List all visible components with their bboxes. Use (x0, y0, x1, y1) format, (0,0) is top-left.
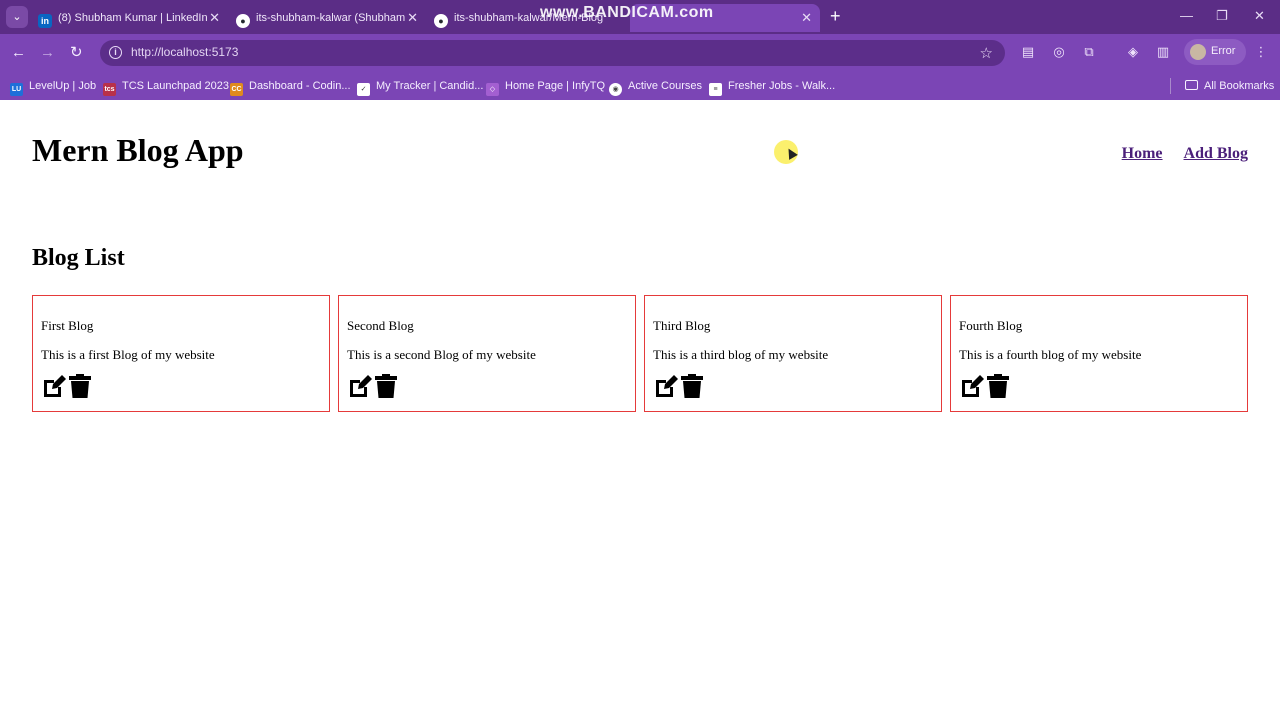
avatar (1190, 44, 1206, 60)
levelup-icon: LU (10, 83, 23, 96)
blog-title: Fourth Blog (959, 318, 1023, 333)
bookmark-label: Fresher Jobs - Walk... (728, 80, 836, 92)
tab-strip: ⌄ in (8) Shubham Kumar | LinkedIn ✕ ● its-… (0, 0, 1280, 34)
trash-icon[interactable] (681, 374, 703, 398)
bookmark-levelup[interactable]: LU LevelUp | Job (10, 78, 96, 96)
restore-icon[interactable]: ❐ (1216, 8, 1228, 24)
minimize-icon[interactable]: — (1180, 8, 1193, 23)
edit-icon[interactable] (347, 374, 373, 398)
blog-description: This is a fourth blog of my website (959, 347, 1142, 362)
address-bar[interactable]: i http://localhost:5173 ☆ (100, 40, 1005, 66)
profile-status: Error (1211, 45, 1236, 57)
linkedin-icon: in (38, 14, 52, 28)
bookmark-dashboard[interactable]: CC Dashboard - Codin... (230, 78, 351, 96)
puzzle-extensions-icon[interactable]: ⧉ (1082, 45, 1096, 59)
blog-card: Third Blog This is a third blog of my we… (644, 295, 942, 412)
bookmark-active-courses[interactable]: ◉ Active Courses (609, 78, 702, 96)
tab-title: its-shubham-kalwar (Shubham (256, 12, 406, 24)
performance-icon[interactable]: ◈ (1126, 45, 1140, 59)
menu-kebab-icon[interactable]: ⋮ (1254, 45, 1268, 59)
folder-icon (1185, 80, 1198, 90)
bookmark-label: Dashboard - Codin... (249, 80, 351, 92)
edit-icon[interactable] (959, 374, 985, 398)
bookmarks-divider (1170, 78, 1171, 94)
github-icon: ● (434, 14, 448, 28)
recording-watermark: www.BANDICAM.com (540, 4, 714, 21)
extension-icon[interactable]: ▤ (1021, 45, 1035, 59)
bookmark-label: TCS Launchpad 2023 (122, 80, 230, 92)
tab-title: (8) Shubham Kumar | LinkedIn (58, 12, 208, 24)
blog-card: Fourth Blog This is a fourth blog of my … (950, 295, 1248, 412)
bookmark-infytq[interactable]: ◇ Home Page | InfyTQ (486, 78, 605, 96)
url-text[interactable]: http://localhost:5173 (131, 45, 238, 59)
edit-icon[interactable] (653, 374, 679, 398)
blog-title: Third Blog (653, 318, 711, 333)
close-tab-icon[interactable]: ✕ (209, 4, 220, 32)
close-tab-icon[interactable]: ✕ (801, 4, 812, 32)
tab-github-profile[interactable]: ● its-shubham-kalwar (Shubham ✕ (236, 4, 418, 32)
new-tab-button[interactable]: + (830, 6, 841, 26)
blog-description: This is a third blog of my website (653, 347, 829, 362)
bookmarks-bar: LU LevelUp | Job tcs TCS Launchpad 2023 CC… (0, 72, 1280, 100)
blog-card: First Blog This is a first Blog of my we… (32, 295, 330, 412)
bookmark-label: LevelUp | Job (29, 80, 97, 92)
tcs-icon: tcs (103, 83, 116, 96)
reload-icon[interactable]: ↻ (70, 44, 83, 62)
trash-icon[interactable] (69, 374, 91, 398)
tab-linkedin[interactable]: in (8) Shubham Kumar | LinkedIn ✕ (38, 4, 220, 32)
trash-icon[interactable] (987, 374, 1009, 398)
camera-extension-icon[interactable]: ◎ (1052, 45, 1066, 59)
blog-list: First Blog This is a first Blog of my we… (32, 295, 1249, 412)
close-tab-icon[interactable]: ✕ (407, 4, 418, 32)
page-content: Mern Blog App Home Add Blog Blog List Fi… (0, 100, 1280, 720)
all-bookmarks[interactable]: All Bookmarks (1185, 78, 1274, 94)
courses-icon: ◉ (609, 83, 622, 96)
profile-button[interactable]: Error (1184, 39, 1246, 65)
back-icon[interactable]: ← (11, 44, 26, 62)
blog-title: Second Blog (347, 318, 414, 333)
bookmark-fresher-jobs[interactable]: ≡ Fresher Jobs - Walk... (709, 78, 835, 96)
all-bookmarks-label: All Bookmarks (1204, 80, 1275, 92)
trash-icon[interactable] (375, 374, 397, 398)
tracker-icon: ✓ (357, 83, 370, 96)
site-info-icon[interactable]: i (109, 46, 122, 59)
blog-list-heading: Blog List (32, 245, 125, 271)
bookmark-label: Active Courses (628, 80, 702, 92)
app-title: Mern Blog App (32, 132, 244, 168)
tab-search-icon[interactable]: ⌄ (6, 6, 28, 28)
blog-description: This is a first Blog of my website (41, 347, 215, 362)
infytq-icon: ◇ (486, 83, 499, 96)
bookmark-label: Home Page | InfyTQ (505, 80, 606, 92)
edit-icon[interactable] (41, 374, 67, 398)
nav-add-blog-link[interactable]: Add Blog (1184, 145, 1248, 162)
bookmark-tcs[interactable]: tcs TCS Launchpad 2023 (103, 78, 229, 96)
blog-card: Second Blog This is a second Blog of my … (338, 295, 636, 412)
browser-toolbar: ← → ↻ i http://localhost:5173 ☆ ▤ ◎ ⧉ ◈ … (0, 34, 1280, 72)
window-close-icon[interactable]: ✕ (1254, 8, 1265, 24)
bookmark-label: My Tracker | Candid... (376, 80, 484, 92)
main-nav: Home Add Blog (1105, 145, 1248, 163)
forward-icon[interactable]: → (40, 44, 55, 62)
bookmark-my-tracker[interactable]: ✓ My Tracker | Candid... (357, 78, 483, 96)
blog-title: First Blog (41, 318, 94, 333)
nav-home-link[interactable]: Home (1122, 145, 1163, 162)
github-icon: ● (236, 14, 250, 28)
jobs-icon: ≡ (709, 83, 722, 96)
codingninjas-icon: CC (230, 83, 243, 96)
side-panel-icon[interactable]: ▥ (1156, 45, 1170, 59)
bookmark-star-icon[interactable]: ☆ (980, 44, 993, 62)
blog-description: This is a second Blog of my website (347, 347, 536, 362)
